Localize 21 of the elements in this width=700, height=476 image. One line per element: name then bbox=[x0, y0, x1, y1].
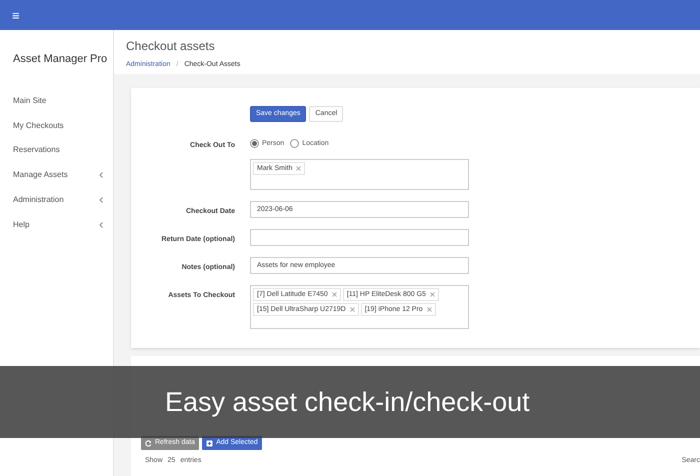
sidebar-item[interactable]: Reservations bbox=[0, 138, 113, 163]
sidebar-item[interactable]: Manage Assets bbox=[0, 162, 113, 188]
menu-button[interactable]: ≡ bbox=[12, 8, 20, 22]
input-field[interactable] bbox=[250, 229, 469, 246]
chevron-icon bbox=[99, 197, 103, 204]
remove-icon[interactable] bbox=[430, 292, 435, 297]
remove-icon[interactable] bbox=[426, 307, 432, 312]
chevron-icon bbox=[99, 172, 103, 178]
plus-icon bbox=[206, 440, 214, 446]
chevron-icon bbox=[99, 222, 103, 228]
sidebar-item[interactable]: Main Site bbox=[0, 88, 113, 114]
page-title: Checkout assets bbox=[126, 40, 216, 52]
remove-icon[interactable] bbox=[332, 292, 337, 297]
remove-icon[interactable] bbox=[296, 166, 302, 171]
sidebar-item[interactable]: Help bbox=[0, 212, 113, 238]
sidebar-item[interactable]: My Checkouts bbox=[0, 113, 113, 138]
caption-text: Easy asset check-in/check-out bbox=[165, 386, 530, 419]
remove-icon[interactable] bbox=[350, 307, 355, 312]
sidebar-item[interactable]: Administration bbox=[0, 188, 113, 212]
app-title: Asset Manager Pro bbox=[12, 52, 108, 67]
refresh-icon bbox=[145, 440, 152, 446]
